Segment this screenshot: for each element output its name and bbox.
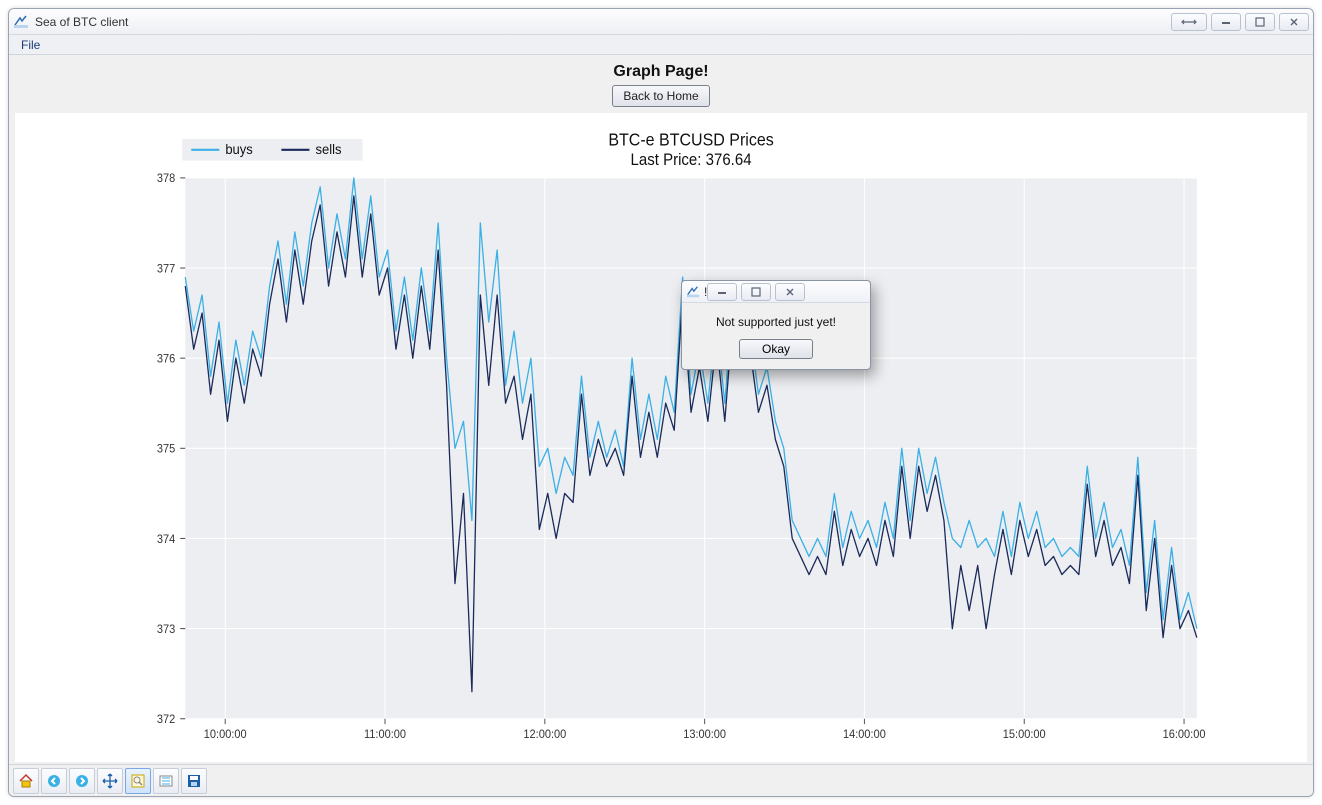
toolbar-zoom-button[interactable] xyxy=(125,768,151,794)
svg-text:Last Price: 376.64: Last Price: 376.64 xyxy=(631,151,752,169)
svg-text:374: 374 xyxy=(157,533,176,545)
dialog-titlebar: ! xyxy=(682,281,870,303)
back-to-home-button[interactable]: Back to Home xyxy=(612,85,709,107)
toolbar-home-button[interactable] xyxy=(13,768,39,794)
svg-text:buys: buys xyxy=(225,142,253,158)
alert-dialog: ! Not supported just yet! Okay xyxy=(681,280,871,370)
dialog-minimize-button[interactable] xyxy=(707,283,737,301)
dialog-ok-button[interactable]: Okay xyxy=(739,339,813,359)
chart-canvas: BTC-e BTCUSD PricesLast Price: 376.64 372… xyxy=(15,113,1307,762)
svg-text:BTC-e BTCUSD Prices: BTC-e BTCUSD Prices xyxy=(608,130,773,150)
page-title: Graph Page! xyxy=(9,55,1313,85)
app-icon xyxy=(13,14,29,30)
dialog-close-button[interactable] xyxy=(775,283,805,301)
dialog-app-icon xyxy=(686,285,700,299)
svg-text:376: 376 xyxy=(157,353,175,365)
toolbar-forward-button[interactable] xyxy=(69,768,95,794)
toolbar-save-button[interactable] xyxy=(181,768,207,794)
svg-text:15:00:00: 15:00:00 xyxy=(1003,729,1046,741)
menu-file[interactable]: File xyxy=(13,36,48,54)
toolbar-back-button[interactable] xyxy=(41,768,67,794)
always-on-top-button[interactable] xyxy=(1171,13,1207,31)
window-title: Sea of BTC client xyxy=(35,15,128,29)
figure-toolbar xyxy=(9,764,1313,796)
price-chart: BTC-e BTCUSD PricesLast Price: 376.64 372… xyxy=(15,113,1307,762)
svg-text:10:00:00: 10:00:00 xyxy=(204,729,247,741)
svg-text:14:00:00: 14:00:00 xyxy=(843,729,886,741)
svg-text:13:00:00: 13:00:00 xyxy=(683,729,726,741)
menubar: File xyxy=(9,35,1313,55)
toolbar-pan-button[interactable] xyxy=(97,768,123,794)
svg-text:16:00:00: 16:00:00 xyxy=(1163,729,1206,741)
svg-text:372: 372 xyxy=(157,714,175,726)
dialog-message: Not supported just yet! xyxy=(692,315,860,329)
maximize-button[interactable] xyxy=(1245,13,1275,31)
app-window: Sea of BTC client File Graph Page! Back … xyxy=(8,8,1314,797)
svg-text:377: 377 xyxy=(157,263,175,275)
svg-text:sells: sells xyxy=(315,142,341,158)
close-button[interactable] xyxy=(1279,13,1309,31)
svg-text:375: 375 xyxy=(157,443,175,455)
svg-text:11:00:00: 11:00:00 xyxy=(364,729,406,741)
titlebar: Sea of BTC client xyxy=(9,9,1313,35)
dialog-maximize-button[interactable] xyxy=(741,283,771,301)
svg-text:373: 373 xyxy=(157,624,175,636)
svg-text:12:00:00: 12:00:00 xyxy=(523,729,566,741)
minimize-button[interactable] xyxy=(1211,13,1241,31)
toolbar-configure-button[interactable] xyxy=(153,768,179,794)
svg-text:378: 378 xyxy=(157,173,175,185)
content-area: Graph Page! Back to Home BTC-e BTCUSD Pr… xyxy=(9,55,1313,764)
